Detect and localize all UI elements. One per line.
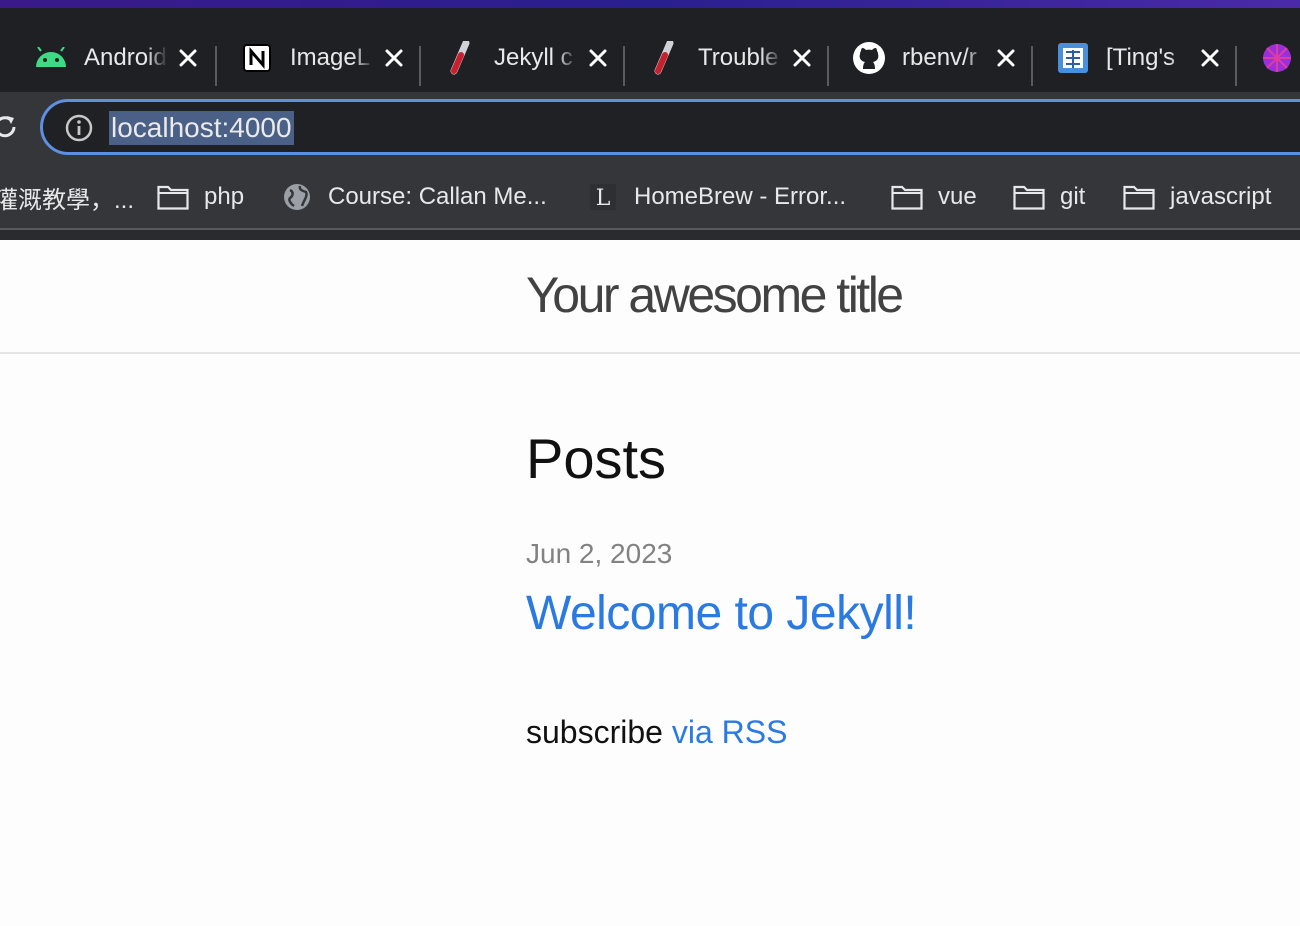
bookmark-folder-php[interactable]: php (156, 178, 244, 216)
bookmark-label: 灌溉教學，... (0, 186, 135, 214)
site-title-link[interactable]: Your awesome title (526, 266, 904, 324)
tab-separator (623, 46, 625, 86)
rss-link[interactable]: via RSS (672, 714, 788, 750)
close-icon[interactable] (788, 44, 816, 72)
tab-rbenv[interactable]: rbenv/r (852, 32, 1015, 84)
post-date: Jun 2, 2023 (526, 538, 673, 569)
bookmark-label: php (204, 183, 245, 210)
tab-separator (1031, 46, 1033, 86)
reload-icon[interactable] (0, 112, 20, 142)
posts-heading: Posts (526, 427, 667, 490)
tab-title: Trouble (698, 44, 779, 71)
site-favicon-icon (1056, 41, 1090, 75)
bookmark-folder-vue[interactable]: vue (890, 178, 977, 216)
folder-icon (1012, 182, 1046, 212)
tab-bar: Android ImageL Jekyll c Trouble rbenv/r (0, 8, 1300, 92)
close-icon[interactable] (992, 44, 1020, 72)
test-tube-icon (648, 41, 682, 75)
bookmark-item[interactable]: 灌溉教學，... (0, 178, 134, 216)
tab-android[interactable]: Android (34, 32, 197, 84)
tab-title: rbenv/r (902, 44, 977, 71)
bookmark-label: git (1060, 183, 1086, 210)
tab-jekyll[interactable]: Jekyll c (444, 32, 607, 84)
bookmark-homebrew[interactable]: L HomeBrew - Error... (586, 178, 846, 216)
tab-tings[interactable]: [Ting's (1056, 32, 1219, 84)
folder-icon (156, 182, 190, 212)
close-icon[interactable] (380, 44, 408, 72)
url-text[interactable]: localhost:4000 (109, 111, 294, 145)
bookmark-course[interactable]: Course: Callan Me... (280, 178, 547, 216)
android-icon (34, 41, 68, 75)
toolbar-divider (0, 228, 1300, 240)
close-icon[interactable] (584, 44, 612, 72)
bookmark-folder-git[interactable]: git (1012, 178, 1085, 216)
bookmark-folder-javascript[interactable]: javascript (1122, 178, 1271, 216)
tab-separator (827, 46, 829, 86)
folder-icon (1122, 182, 1156, 212)
tab-title: Jekyll c (494, 44, 573, 71)
tab-trouble[interactable]: Trouble (648, 32, 811, 84)
notion-icon (240, 41, 274, 75)
bookmark-label: vue (938, 183, 977, 210)
post-title-link[interactable]: Welcome to Jekyll! (526, 586, 917, 641)
tab-separator (1235, 46, 1237, 86)
tab-separator (215, 46, 217, 86)
globe-icon (280, 182, 314, 212)
bookmark-label: Course: Callan Me... (328, 183, 547, 210)
tab-title: ImageL (290, 44, 371, 71)
site-header: Your awesome title (0, 240, 1300, 354)
subscribe-line: subscribe via RSS (526, 714, 787, 751)
bookmarks-bar: 灌溉教學，... php Course: Callan Me... L Home… (0, 166, 1300, 228)
github-icon (852, 41, 886, 75)
bookmark-label: javascript (1170, 183, 1272, 210)
tab-separator (419, 46, 421, 86)
close-icon[interactable] (1196, 44, 1224, 72)
subscribe-text: subscribe (526, 714, 663, 750)
close-icon[interactable] (174, 44, 202, 72)
tab-title: Android (84, 44, 167, 71)
tab-title: [Ting's (1106, 44, 1176, 71)
test-tube-icon (444, 41, 478, 75)
bookmark-label: HomeBrew - Error... (634, 183, 847, 210)
purple-burst-icon (1260, 41, 1294, 75)
tab-partial[interactable] (1260, 32, 1294, 84)
window-top-strip (0, 0, 1300, 8)
folder-icon (890, 182, 924, 212)
address-bar[interactable]: localhost:4000 (40, 99, 1300, 155)
info-icon[interactable] (65, 114, 93, 142)
browser-toolbar: localhost:4000 (0, 92, 1300, 166)
tab-imagel[interactable]: ImageL (240, 32, 403, 84)
svg-text:L: L (596, 186, 611, 211)
l-favicon-icon: L (586, 182, 620, 212)
